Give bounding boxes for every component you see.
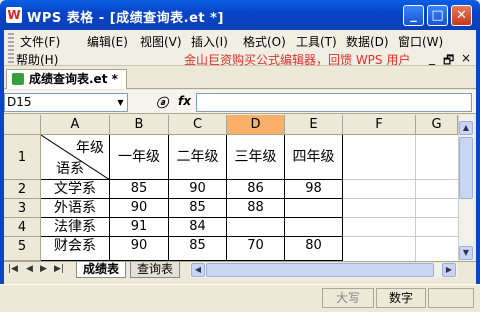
cell-g5[interactable] — [416, 237, 458, 261]
cell-d5[interactable]: 70 — [227, 237, 285, 261]
doc-minimize-button[interactable]: _ — [429, 51, 435, 65]
scroll-up-arrow-icon[interactable]: ▲ — [459, 121, 473, 135]
wps-app-icon[interactable]: W — [6, 7, 22, 23]
menu-view[interactable]: 视图(V) — [140, 33, 182, 50]
cell-b2[interactable]: 85 — [110, 180, 169, 199]
cell-a3[interactable]: 外语系 — [41, 199, 110, 218]
cell-c2[interactable]: 90 — [169, 180, 227, 199]
column-header-c[interactable]: C — [169, 115, 227, 135]
vertical-scroll-thumb[interactable] — [459, 137, 473, 199]
spreadsheet-icon — [12, 73, 24, 85]
cell-e1[interactable]: 四年级 — [285, 135, 343, 180]
cell-e2[interactable]: 98 — [285, 180, 343, 199]
cell-f3[interactable] — [343, 199, 416, 218]
cell-a4[interactable]: 法律系 — [41, 218, 110, 237]
cell-f4[interactable] — [343, 218, 416, 237]
first-sheet-icon[interactable]: |◀ — [8, 264, 18, 274]
numlock-indicator: 数字 — [376, 288, 426, 308]
menu-window[interactable]: 窗口(W) — [398, 33, 443, 50]
cell-g1[interactable] — [416, 135, 458, 180]
formula-input[interactable] — [196, 93, 472, 112]
menu-format[interactable]: 格式(O) — [243, 33, 286, 50]
cell-e5[interactable]: 80 — [285, 237, 343, 261]
column-header-a[interactable]: A — [41, 115, 110, 135]
status-message — [8, 288, 318, 308]
cell-c3[interactable]: 85 — [169, 199, 227, 218]
chevron-down-icon[interactable]: ▼ — [114, 94, 127, 111]
caps-indicator: 大写 — [322, 288, 374, 308]
search-function-icon[interactable]: ⓐ — [156, 94, 168, 111]
column-header-b[interactable]: B — [110, 115, 169, 135]
cell-c4[interactable]: 84 — [169, 218, 227, 237]
column-header-f[interactable]: F — [343, 115, 416, 135]
document-tab[interactable]: 成绩查询表.et * — [6, 69, 127, 89]
cell-a2[interactable]: 文学系 — [41, 180, 110, 199]
row-header-5[interactable]: 5 — [4, 237, 41, 261]
cell-d1[interactable]: 三年级 — [227, 135, 285, 180]
row-header-3[interactable]: 3 — [4, 199, 41, 218]
header-corner-top: 年级 — [76, 140, 104, 156]
cell-e4[interactable] — [285, 218, 343, 237]
header-corner-bottom: 语系 — [56, 161, 84, 177]
status-extra — [428, 288, 474, 308]
doc-close-button[interactable]: × — [461, 51, 471, 65]
name-box[interactable]: D15 — [4, 93, 128, 112]
row-header-2[interactable]: 2 — [4, 180, 41, 199]
column-header-g[interactable]: G — [416, 115, 458, 135]
scroll-left-arrow-icon[interactable]: ◀ — [191, 263, 205, 277]
scroll-right-arrow-icon[interactable]: ▶ — [442, 263, 456, 277]
prev-sheet-icon[interactable]: ◀ — [26, 264, 33, 274]
column-header-d[interactable]: D — [227, 115, 285, 135]
menu-file[interactable]: 文件(F) — [20, 33, 60, 50]
cell-g4[interactable] — [416, 218, 458, 237]
last-sheet-icon[interactable]: ▶| — [54, 264, 64, 274]
cell-f5[interactable] — [343, 237, 416, 261]
menu-edit[interactable]: 编辑(E) — [87, 33, 128, 50]
window-frame-right — [476, 30, 480, 288]
fx-icon[interactable]: fx — [178, 94, 191, 108]
menu-data[interactable]: 数据(D) — [346, 33, 389, 50]
maximize-button[interactable]: □ — [427, 5, 448, 26]
select-all-corner[interactable] — [4, 115, 41, 135]
menu-insert[interactable]: 插入(I) — [191, 33, 228, 50]
sheet-tab-grades[interactable]: 成绩表 — [76, 262, 127, 278]
cell-g3[interactable] — [416, 199, 458, 218]
menu-grip[interactable] — [8, 33, 14, 63]
cell-f2[interactable] — [343, 180, 416, 199]
cell-d3[interactable]: 88 — [227, 199, 285, 218]
cell-d4[interactable] — [227, 218, 285, 237]
column-header-e[interactable]: E — [285, 115, 343, 135]
cell-d2[interactable]: 86 — [227, 180, 285, 199]
cell-f1[interactable] — [343, 135, 416, 180]
scroll-down-arrow-icon[interactable]: ▼ — [459, 246, 473, 260]
cell-b3[interactable]: 90 — [110, 199, 169, 218]
cell-c1[interactable]: 二年级 — [169, 135, 227, 180]
cell-g2[interactable] — [416, 180, 458, 199]
horizontal-scroll-thumb[interactable] — [206, 263, 434, 277]
window-title: WPS 表格 - [成绩查询表.et *] — [27, 11, 224, 26]
cell-b5[interactable]: 90 — [110, 237, 169, 261]
cell-e3[interactable] — [285, 199, 343, 218]
next-sheet-icon[interactable]: ▶ — [40, 264, 47, 274]
cell-b1[interactable]: 一年级 — [110, 135, 169, 180]
cell-a5[interactable]: 财会系 — [41, 237, 110, 261]
sheet-tab-query[interactable]: 查询表 — [130, 262, 181, 278]
row-header-1[interactable]: 1 — [4, 135, 41, 180]
cell-b4[interactable]: 91 — [110, 218, 169, 237]
cell-c5[interactable]: 85 — [169, 237, 227, 261]
menu-tools[interactable]: 工具(T) — [296, 33, 337, 50]
close-button[interactable]: ✕ — [451, 5, 472, 26]
minimize-button[interactable]: _ — [403, 5, 424, 26]
row-header-4[interactable]: 4 — [4, 218, 41, 237]
